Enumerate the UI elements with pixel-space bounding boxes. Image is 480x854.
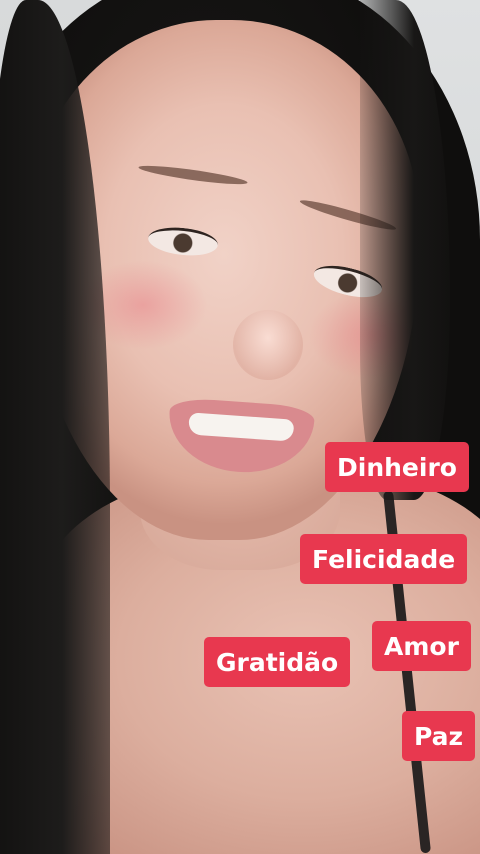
left-eye xyxy=(146,224,220,259)
tag-paz: Paz xyxy=(402,711,476,761)
tag-amor: Amor xyxy=(372,621,471,671)
tag-felicidade: Felicidade xyxy=(300,534,468,584)
tag-dinheiro: Dinheiro xyxy=(325,442,469,492)
smile xyxy=(165,397,316,477)
video-frame: Dinheiro Felicidade Amor Gratidão Paz xyxy=(0,0,480,854)
tag-gratidao: Gratidão xyxy=(204,637,351,687)
nose xyxy=(233,310,303,380)
teeth xyxy=(188,412,295,442)
left-eyebrow xyxy=(137,162,249,188)
